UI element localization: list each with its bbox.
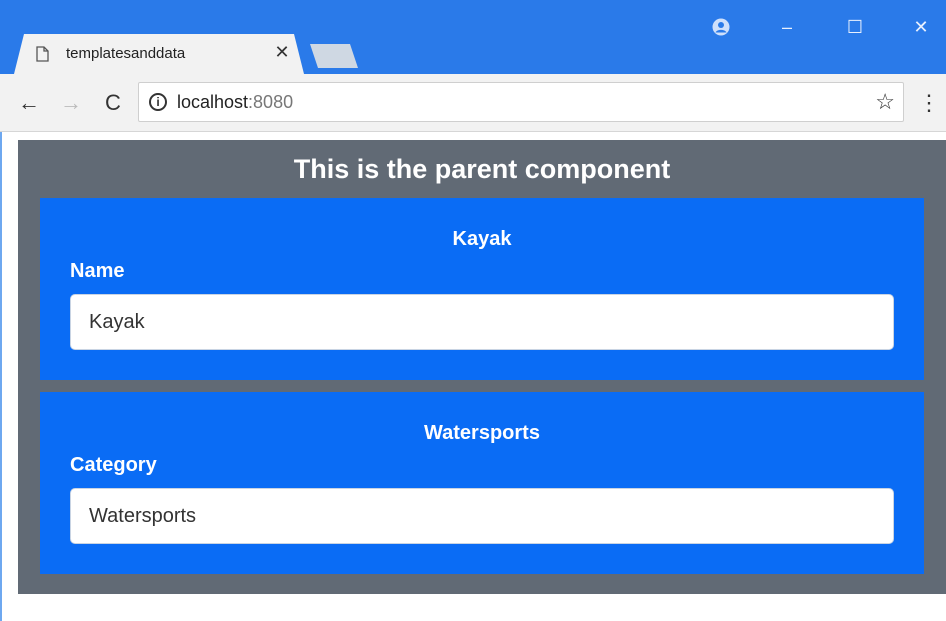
- browser-tab[interactable]: templatesanddata ✕: [14, 34, 304, 74]
- child-title: Watersports: [424, 422, 540, 444]
- forward-button[interactable]: →: [56, 88, 86, 118]
- new-tab-button[interactable]: [310, 44, 358, 68]
- category-input[interactable]: [70, 488, 894, 544]
- maximize-button[interactable]: ☐: [840, 12, 870, 42]
- browser-toolbar: ← → C i localhost:8080 ☆ ⋮: [0, 74, 946, 132]
- star-icon[interactable]: ☆: [875, 89, 895, 115]
- url-host: localhost: [177, 92, 249, 112]
- back-button[interactable]: ←: [14, 88, 44, 118]
- url-text: localhost:8080: [177, 92, 293, 113]
- browser-title-bar: templatesanddata ✕ – ☐ ✕: [0, 0, 946, 74]
- name-input[interactable]: [70, 294, 894, 350]
- page-content: This is the parent component Kayak Name …: [0, 132, 946, 621]
- minimize-button[interactable]: –: [772, 12, 802, 42]
- tab-title: templatesanddata: [66, 45, 186, 62]
- info-icon[interactable]: i: [149, 93, 167, 111]
- category-label: Category: [70, 454, 157, 476]
- close-window-button[interactable]: ✕: [906, 12, 936, 42]
- child-component-category: Watersports Category: [40, 392, 924, 574]
- tab-close-icon[interactable]: ✕: [272, 42, 292, 63]
- browser-menu-button[interactable]: ⋮: [918, 88, 940, 118]
- name-label: Name: [70, 260, 125, 282]
- profile-icon[interactable]: [706, 12, 736, 42]
- child-title: Kayak: [452, 228, 512, 250]
- parent-title: This is the parent component: [293, 154, 671, 184]
- reload-button[interactable]: C: [98, 88, 128, 118]
- url-port: :8080: [248, 92, 294, 112]
- parent-component: This is the parent component Kayak Name …: [18, 140, 946, 594]
- address-bar[interactable]: i localhost:8080 ☆: [138, 82, 904, 122]
- child-component-product: Kayak Name: [40, 198, 924, 380]
- page-icon: [36, 46, 49, 62]
